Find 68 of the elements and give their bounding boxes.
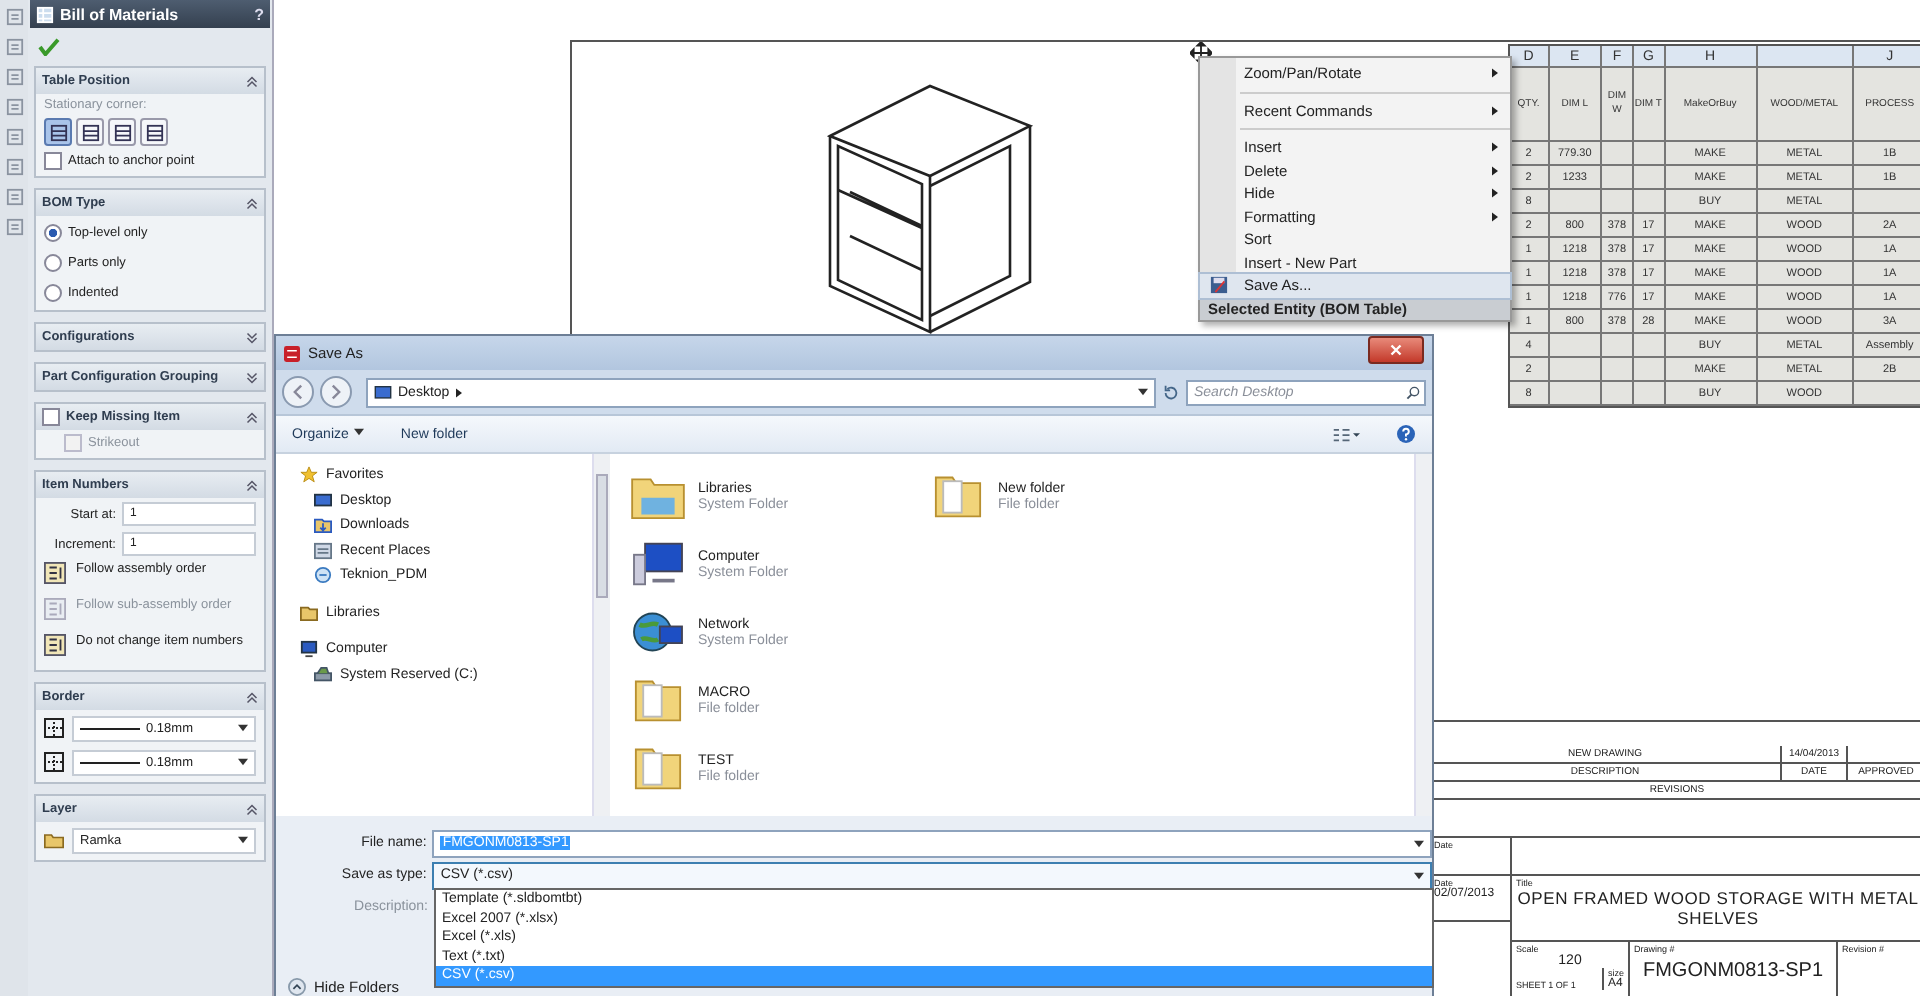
caret-icon [238, 836, 248, 844]
recent-places-icon [314, 541, 332, 559]
radio-button[interactable] [44, 253, 62, 271]
drawing-title: OPEN FRAMED WOOD STORAGE WITH METAL SHELVES [1516, 888, 1920, 928]
caret-icon [238, 724, 248, 732]
chevron-icon[interactable] [246, 479, 258, 491]
chevron-icon[interactable] [246, 197, 258, 209]
folder-icon [630, 676, 686, 724]
submenu-arrow-icon [1492, 68, 1498, 79]
caret-icon[interactable] [1414, 871, 1424, 879]
checkbox[interactable] [42, 408, 60, 426]
folder-icon [630, 744, 686, 792]
move-icon[interactable] [1190, 42, 1212, 64]
order-icon[interactable] [44, 634, 66, 656]
submenu-arrow-icon [1492, 105, 1498, 116]
chevron-icon[interactable] [246, 331, 258, 343]
globe-icon [630, 608, 686, 656]
desktop-icon [314, 491, 332, 509]
submenu-arrow-icon [1492, 211, 1498, 222]
caret-icon[interactable] [1138, 388, 1148, 396]
chevron-right-icon[interactable] [455, 387, 462, 397]
corner-button[interactable] [140, 118, 168, 146]
corner-button[interactable] [76, 118, 104, 146]
table-icon [36, 5, 54, 23]
radio-button[interactable] [44, 223, 62, 241]
app-icon [284, 345, 300, 361]
folder-icon [930, 472, 986, 520]
computer-icon [300, 640, 318, 658]
corner-button[interactable] [44, 118, 72, 146]
border-grid-icon [44, 718, 64, 738]
search-icon [1406, 385, 1420, 399]
radio-button[interactable] [44, 283, 62, 301]
chevron-icon[interactable] [246, 411, 258, 423]
chevron-icon[interactable] [246, 691, 258, 703]
drive-icon [314, 665, 332, 683]
close-button[interactable] [1368, 336, 1424, 364]
chevron-icon[interactable] [246, 371, 258, 383]
chevron-icon[interactable] [246, 803, 258, 815]
back-button[interactable] [282, 376, 314, 408]
download-folder-icon [314, 516, 332, 534]
library-icon [630, 472, 686, 520]
caret-icon[interactable] [1414, 839, 1424, 847]
caret-icon [238, 758, 248, 766]
star-icon [300, 466, 318, 484]
submenu-arrow-icon [1492, 142, 1498, 153]
chevron-icon[interactable] [246, 75, 258, 87]
checkmark-icon[interactable] [38, 38, 60, 56]
corner-button[interactable] [108, 118, 136, 146]
folder-icon [44, 830, 64, 850]
view-options-icon[interactable] [1332, 425, 1360, 443]
vault-icon [314, 566, 332, 584]
caret-icon [354, 427, 365, 435]
checkbox[interactable] [44, 152, 62, 170]
refresh-icon[interactable] [1162, 383, 1180, 401]
library-icon [300, 603, 318, 621]
help-icon[interactable] [1396, 424, 1416, 444]
close-icon [1390, 344, 1402, 356]
drawing-number: FMGONM0813-SP1 [1640, 960, 1826, 982]
border-grid-icon [44, 752, 64, 772]
submenu-arrow-icon [1492, 188, 1498, 199]
desktop-icon [374, 385, 392, 399]
forward-button[interactable] [320, 376, 352, 408]
help-button[interactable]: ? [254, 5, 264, 23]
submenu-arrow-icon [1492, 165, 1498, 176]
computer-icon [630, 540, 686, 588]
order-icon[interactable] [44, 562, 66, 584]
save-icon [1210, 276, 1228, 294]
panel-title: Bill of Materials [60, 5, 181, 23]
